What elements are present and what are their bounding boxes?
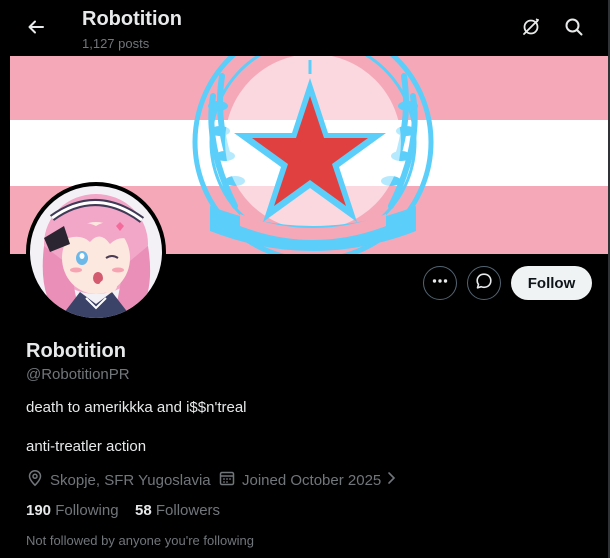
grok-button[interactable] — [513, 11, 549, 47]
more-button[interactable] — [423, 266, 457, 300]
grok-icon — [521, 17, 541, 42]
location-text: Skopje, SFR Yugoslavia — [50, 471, 211, 489]
following-count: 190 — [26, 502, 52, 519]
location-item: Skopje, SFR Yugoslavia — [26, 469, 211, 491]
followers-link[interactable]: 58 Followers — [135, 502, 220, 519]
following-label: Following — [55, 502, 119, 519]
message-icon — [475, 272, 493, 295]
not-followed-text: Not followed by anyone you're following — [26, 533, 254, 548]
profile-page: Robotition 1,127 posts Follow Robotition… — [0, 0, 610, 558]
search-icon — [564, 17, 584, 42]
top-header: Robotition 1,127 posts — [0, 0, 608, 56]
calendar-icon — [218, 469, 242, 491]
message-button[interactable] — [467, 266, 501, 300]
chevron-right-icon — [386, 471, 402, 489]
user-handle: @RobotitionPR — [26, 366, 130, 383]
display-name: Robotition — [26, 340, 126, 362]
header-title: Robotition — [82, 8, 182, 30]
joined-text: Joined October 2025 — [242, 471, 382, 489]
bio-line-1: death to amerikkka and i$$n'treal — [26, 399, 247, 416]
following-link[interactable]: 190 Following — [26, 502, 119, 519]
posts-count: 1,127 posts — [82, 36, 150, 51]
followers-label: Followers — [155, 502, 221, 519]
profile-avatar[interactable] — [26, 182, 166, 322]
follow-button[interactable]: Follow — [511, 266, 592, 300]
joined-date-item[interactable]: Joined October 2025 — [218, 469, 402, 491]
more-icon — [431, 272, 449, 295]
location-pin-icon — [26, 469, 50, 491]
arrow-left-icon — [26, 17, 46, 42]
back-button[interactable] — [18, 11, 54, 47]
search-button[interactable] — [556, 11, 592, 47]
followers-count: 58 — [135, 502, 152, 519]
bio-line-2: anti-treatler action — [26, 438, 147, 455]
